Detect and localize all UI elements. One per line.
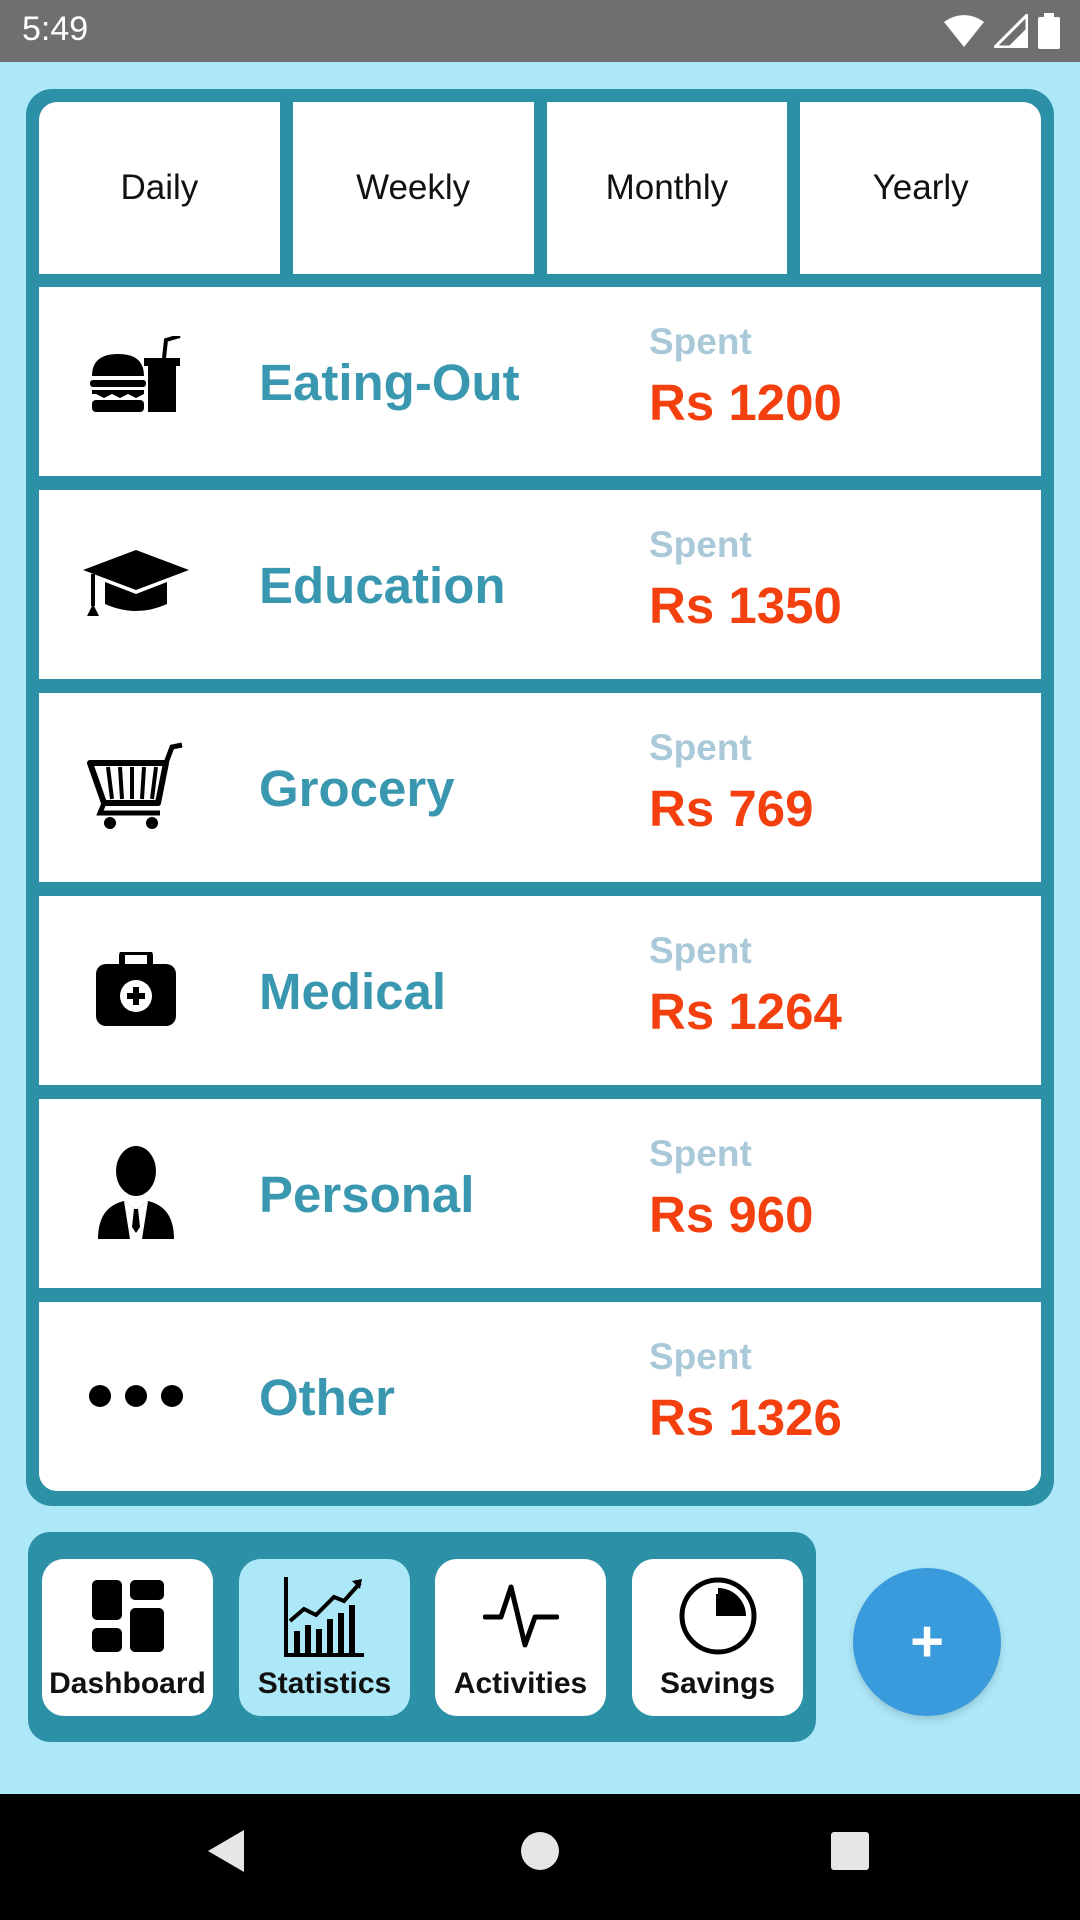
spent-label: Spent: [649, 321, 752, 362]
category-name: Education: [259, 557, 506, 614]
spent-label: Spent: [649, 727, 752, 768]
plus-icon: +: [910, 1609, 944, 1674]
home-icon[interactable]: [520, 1828, 560, 1879]
medical-kit-icon: [81, 940, 191, 1040]
wifi-icon: [944, 14, 984, 48]
spent-label: Spent: [649, 930, 752, 971]
graduation-cap-icon: [81, 534, 191, 634]
spent-amount: Rs 1350: [649, 577, 842, 634]
back-icon[interactable]: [206, 1828, 246, 1879]
tab-daily[interactable]: Daily: [39, 102, 280, 274]
expense-card: Daily Weekly Monthly Yearly Eating-Out S…: [26, 89, 1054, 1506]
spent-amount: Rs 960: [649, 1186, 814, 1243]
tab-weekly[interactable]: Weekly: [292, 102, 534, 274]
nav-dashboard[interactable]: Dashboard: [42, 1559, 213, 1716]
category-name: Personal: [259, 1166, 475, 1223]
category-name: Other: [259, 1369, 396, 1426]
status-bar: 5:49: [0, 0, 1080, 62]
status-icons: [944, 12, 1060, 50]
status-time: 5:49: [22, 10, 89, 48]
more-dots-icon: [81, 1346, 191, 1446]
system-nav-bar: [0, 1794, 1080, 1920]
category-name: Grocery: [259, 760, 455, 817]
spent-amount: Rs 1326: [649, 1389, 842, 1446]
shopping-cart-icon: [81, 737, 191, 837]
category-row-other[interactable]: Other Spent Rs 1326: [39, 1302, 1041, 1491]
category-row-eating-out[interactable]: Eating-Out Spent Rs 1200: [39, 287, 1041, 476]
statistics-icon: [239, 1573, 410, 1659]
spent-label: Spent: [649, 1336, 752, 1377]
spent-amount: Rs 769: [649, 780, 814, 837]
nav-activities[interactable]: Activities: [435, 1559, 606, 1716]
spent-amount: Rs 1264: [649, 983, 842, 1040]
fast-food-icon: [81, 331, 191, 431]
category-row-grocery[interactable]: Grocery Spent Rs 769: [39, 693, 1041, 882]
add-expense-button[interactable]: +: [853, 1568, 1001, 1716]
activities-icon: [435, 1573, 606, 1659]
tab-yearly[interactable]: Yearly: [800, 102, 1041, 274]
savings-icon: [632, 1573, 803, 1659]
battery-icon: [1038, 13, 1060, 49]
category-name: Medical: [259, 963, 447, 1020]
nav-statistics[interactable]: Statistics: [239, 1559, 410, 1716]
category-row-personal[interactable]: Personal Spent Rs 960: [39, 1099, 1041, 1288]
spent-label: Spent: [649, 1133, 752, 1174]
bottom-nav: Dashboard Statistics Activities Savings: [28, 1532, 816, 1742]
period-tabs: Daily Weekly Monthly Yearly: [39, 102, 1041, 274]
cellular-signal-icon: [994, 14, 1028, 48]
nav-label: Savings: [659, 1667, 776, 1700]
person-icon: [81, 1143, 191, 1243]
nav-label: Statistics: [257, 1667, 392, 1700]
spent-label: Spent: [649, 524, 752, 565]
category-name: Eating-Out: [259, 354, 520, 411]
category-list: Eating-Out Spent Rs 1200 Education Spent…: [39, 287, 1041, 1491]
dashboard-icon: [42, 1573, 213, 1659]
nav-savings[interactable]: Savings: [632, 1559, 803, 1716]
recents-icon[interactable]: [830, 1828, 870, 1879]
category-row-medical[interactable]: Medical Spent Rs 1264: [39, 896, 1041, 1085]
spent-amount: Rs 1200: [649, 374, 842, 431]
category-row-education[interactable]: Education Spent Rs 1350: [39, 490, 1041, 679]
nav-label: Dashboard: [49, 1667, 206, 1700]
nav-label: Activities: [453, 1667, 588, 1700]
tab-monthly[interactable]: Monthly: [546, 102, 788, 274]
